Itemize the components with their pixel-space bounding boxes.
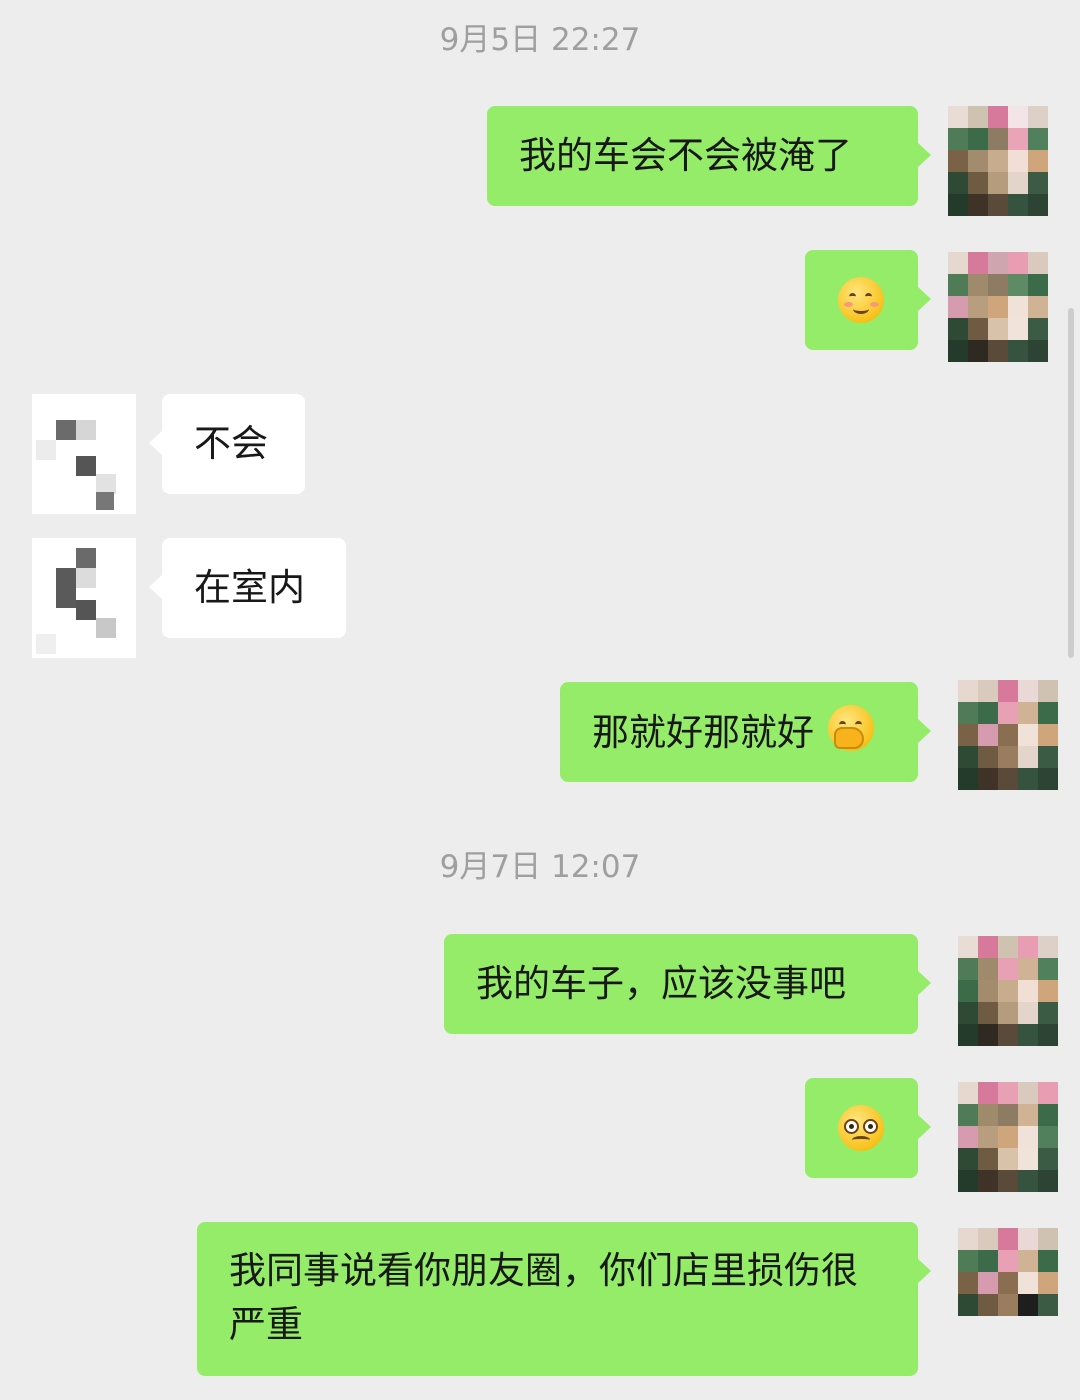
message-bubble-mine[interactable]: 我的车子，应该没事吧 xyxy=(444,934,931,1034)
my-avatar[interactable] xyxy=(948,252,1048,362)
message-bubble-mine[interactable]: 那就好那就好 xyxy=(560,682,931,782)
chat-area: 9月5日 22:27 我的车会不会被淹了 不会 在室内 那就好那就好 9月7日 … xyxy=(0,0,1080,1400)
my-avatar[interactable] xyxy=(958,680,1058,790)
message-text: 我的车子，应该没事吧 xyxy=(476,962,846,1005)
message-text: 我同事说看你朋友圈，你们店里损伤很严重 xyxy=(229,1249,858,1346)
my-avatar[interactable] xyxy=(958,936,1058,1046)
timestamp: 9月5日 22:27 xyxy=(439,22,641,58)
message-text: 那就好那就好 xyxy=(592,711,814,754)
my-avatar[interactable] xyxy=(948,106,1048,216)
message-bubble-contact[interactable]: 在室内 xyxy=(149,538,346,638)
contact-avatar[interactable] xyxy=(32,394,136,514)
pleading-face-icon xyxy=(838,1105,884,1151)
scrollbar[interactable] xyxy=(1068,308,1074,658)
message-text: 我的车会不会被淹了 xyxy=(519,134,852,177)
smiling-face-icon xyxy=(838,277,884,323)
message-bubble-mine[interactable] xyxy=(805,1078,931,1178)
message-text: 不会 xyxy=(194,422,268,465)
hand-over-mouth-icon xyxy=(827,705,874,751)
contact-avatar[interactable] xyxy=(32,538,136,658)
message-bubble-mine[interactable]: 我同事说看你朋友圈，你们店里损伤很严重 xyxy=(197,1222,931,1376)
message-bubble-mine[interactable]: 我的车会不会被淹了 xyxy=(487,106,931,206)
timestamp: 9月7日 12:07 xyxy=(439,849,641,885)
message-bubble-contact[interactable]: 不会 xyxy=(149,394,305,494)
message-text: 在室内 xyxy=(194,566,305,609)
my-avatar[interactable] xyxy=(958,1082,1058,1192)
message-bubble-mine[interactable] xyxy=(805,250,931,350)
my-avatar[interactable] xyxy=(958,1228,1058,1338)
